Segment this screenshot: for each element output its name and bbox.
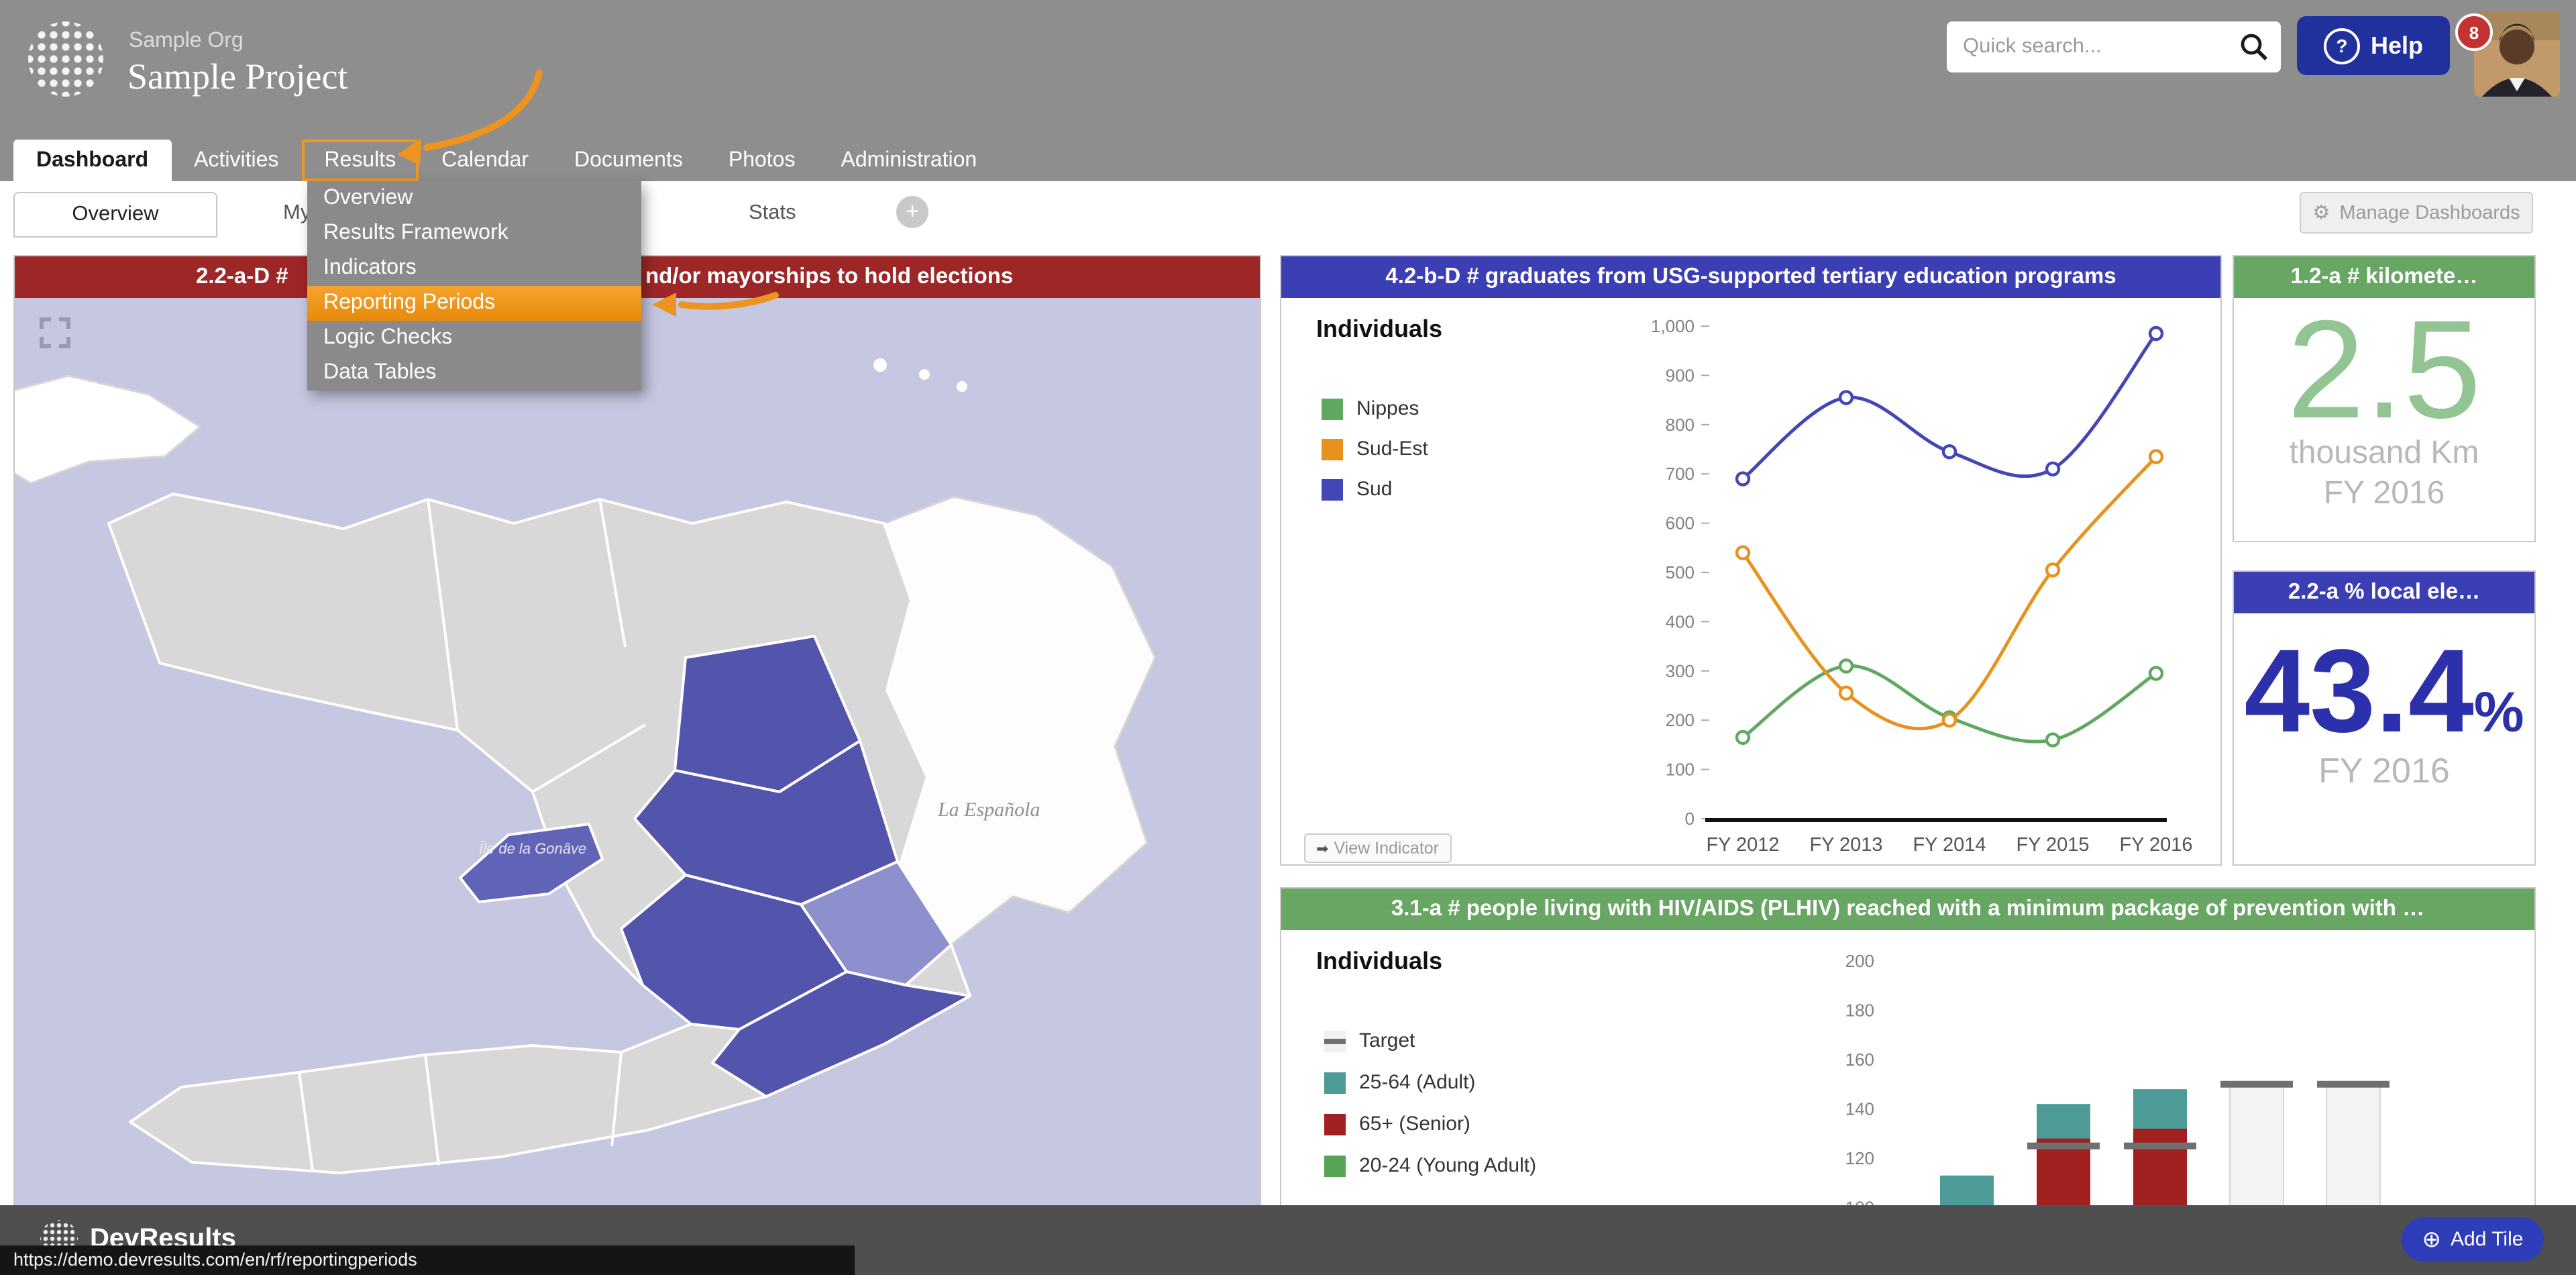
- nav-tab-photos[interactable]: Photos: [706, 140, 818, 181]
- svg-text:200: 200: [1666, 710, 1695, 730]
- svg-text:100: 100: [1666, 760, 1695, 780]
- svg-text:FY 2012: FY 2012: [1706, 834, 1779, 856]
- svg-text:300: 300: [1666, 661, 1695, 681]
- view-indicator-button[interactable]: ➡ View Indicator: [1304, 833, 1451, 863]
- menu-item-data-tables[interactable]: Data Tables: [307, 356, 641, 391]
- quick-search: [1947, 21, 2281, 72]
- project-title: Sample Project: [127, 56, 347, 98]
- map-title-fragment-right: nd/or mayorships to hold elections: [645, 256, 1013, 298]
- nav-tab-calendar[interactable]: Calendar: [419, 140, 551, 181]
- help-label: Help: [2371, 32, 2423, 60]
- map-tile: 2.2-a-D # nd/or mayorships to hold elect…: [13, 255, 1261, 1205]
- svg-text:120: 120: [1845, 1148, 1874, 1168]
- add-tile-icon: ⊕: [2422, 1226, 2442, 1253]
- dashboard-subtab-stats[interactable]: Stats: [749, 201, 796, 225]
- kilometers-value: 2.5: [2234, 301, 2534, 440]
- org-globe-logo-icon: [28, 21, 103, 97]
- app-window: Sample Org Sample Project ? Help 8: [0, 0, 2576, 1275]
- help-button[interactable]: ? Help: [2297, 16, 2450, 75]
- nav-tab-documents[interactable]: Documents: [551, 140, 706, 181]
- help-icon: ?: [2324, 28, 2360, 64]
- svg-text:180: 180: [1845, 1001, 1874, 1021]
- line-chart-tile: 4.2-b-D # graduates from USG-supported t…: [1280, 255, 2222, 866]
- menu-item-reporting-periods[interactable]: Reporting Periods: [307, 286, 641, 321]
- svg-text:1,000: 1,000: [1651, 316, 1695, 336]
- line-chart-title: 4.2-b-D # graduates from USG-supported t…: [1281, 256, 2220, 298]
- nav-tab-administration[interactable]: Administration: [818, 140, 1000, 181]
- svg-text:600: 600: [1666, 513, 1695, 533]
- kilometers-tile-title: 1.2-a # kilomete…: [2234, 256, 2534, 298]
- notification-badge[interactable]: 8: [2455, 13, 2493, 51]
- svg-text:FY 2013: FY 2013: [1809, 834, 1882, 856]
- svg-text:160: 160: [1845, 1050, 1874, 1070]
- manage-dashboards-label: Manage Dashboards: [2339, 202, 2520, 223]
- gear-icon: ⚙: [2312, 202, 2330, 223]
- nav-tab-activities[interactable]: Activities: [171, 140, 301, 181]
- nav-tab-dashboard[interactable]: Dashboard: [13, 140, 171, 181]
- line-chart: 1,000 900 800 700 600 500 400 300 200 100 0 FY 2012…: [1281, 298, 2223, 867]
- svg-text:200: 200: [1845, 951, 1874, 971]
- view-indicator-label: View Indicator: [1334, 839, 1439, 858]
- kilometers-period: FY 2016: [2234, 475, 2534, 513]
- menu-item-indicators[interactable]: Indicators: [307, 251, 641, 286]
- top-header: Sample Org Sample Project ? Help 8: [0, 0, 2576, 181]
- dashboard-subtab-overview[interactable]: Overview: [13, 192, 217, 238]
- search-icon[interactable]: [2239, 32, 2269, 62]
- results-menu: OverviewResults FrameworkIndicatorsRepor…: [307, 181, 641, 391]
- percent-value: 43.4: [2244, 624, 2474, 757]
- kilometers-unit: thousand Km: [2234, 435, 2534, 472]
- percent-tile: 2.2-a % local ele… 43.4% FY 2016: [2233, 570, 2536, 866]
- plus-icon: +: [906, 199, 919, 224]
- percent-sign: %: [2474, 680, 2524, 744]
- line-chart-body: Individuals NippesSud-EstSud 1,000900800…: [1281, 298, 2220, 867]
- gonave-label: Île de la Gonâve: [479, 840, 586, 857]
- menu-item-results-framework[interactable]: Results Framework: [307, 216, 641, 251]
- main-nav: DashboardActivitiesResultsCalendarDocume…: [13, 140, 1000, 181]
- svg-text:FY 2015: FY 2015: [2016, 834, 2089, 856]
- menu-item-logic-checks[interactable]: Logic Checks: [307, 321, 641, 356]
- org-name: Sample Org: [129, 30, 244, 54]
- svg-text:400: 400: [1666, 611, 1695, 631]
- percent-period: FY 2016: [2234, 751, 2534, 793]
- svg-text:800: 800: [1666, 415, 1695, 435]
- map-canvas: La Española Île de la Gonâve: [15, 298, 1260, 1207]
- svg-text:500: 500: [1666, 562, 1695, 582]
- svg-text:FY 2016: FY 2016: [2119, 834, 2192, 856]
- percent-tile-title: 2.2-a % local ele…: [2234, 572, 2534, 613]
- haiti-map[interactable]: La Española Île de la Gonâve: [15, 298, 1260, 1207]
- arrow-right-icon: ➡: [1316, 839, 1328, 857]
- menu-item-overview[interactable]: Overview: [307, 181, 641, 216]
- map-title-fragment-left: 2.2-a-D #: [196, 256, 288, 298]
- svg-text:700: 700: [1666, 464, 1695, 484]
- kilometers-tile: 1.2-a # kilomete… 2.5 thousand Km FY 201…: [2233, 255, 2536, 542]
- svg-text:0: 0: [1685, 809, 1695, 829]
- manage-dashboards-button[interactable]: ⚙ Manage Dashboards: [2300, 192, 2533, 234]
- bar-chart-title: 3.1-a # people living with HIV/AIDS (PLH…: [1281, 888, 2534, 930]
- status-url: https://demo.devresults.com/en/rf/report…: [0, 1245, 855, 1275]
- search-input[interactable]: [1947, 21, 2238, 72]
- fullscreen-icon[interactable]: [36, 314, 74, 352]
- add-dashboard-button[interactable]: +: [896, 196, 928, 228]
- svg-text:140: 140: [1845, 1099, 1874, 1119]
- add-tile-label: Add Tile: [2451, 1228, 2523, 1251]
- add-tile-button[interactable]: ⊕ Add Tile: [2402, 1217, 2544, 1262]
- svg-text:900: 900: [1666, 365, 1695, 385]
- svg-text:FY 2014: FY 2014: [1913, 834, 1986, 856]
- nav-tab-results[interactable]: Results: [301, 140, 419, 181]
- island-label: La Española: [937, 799, 1040, 821]
